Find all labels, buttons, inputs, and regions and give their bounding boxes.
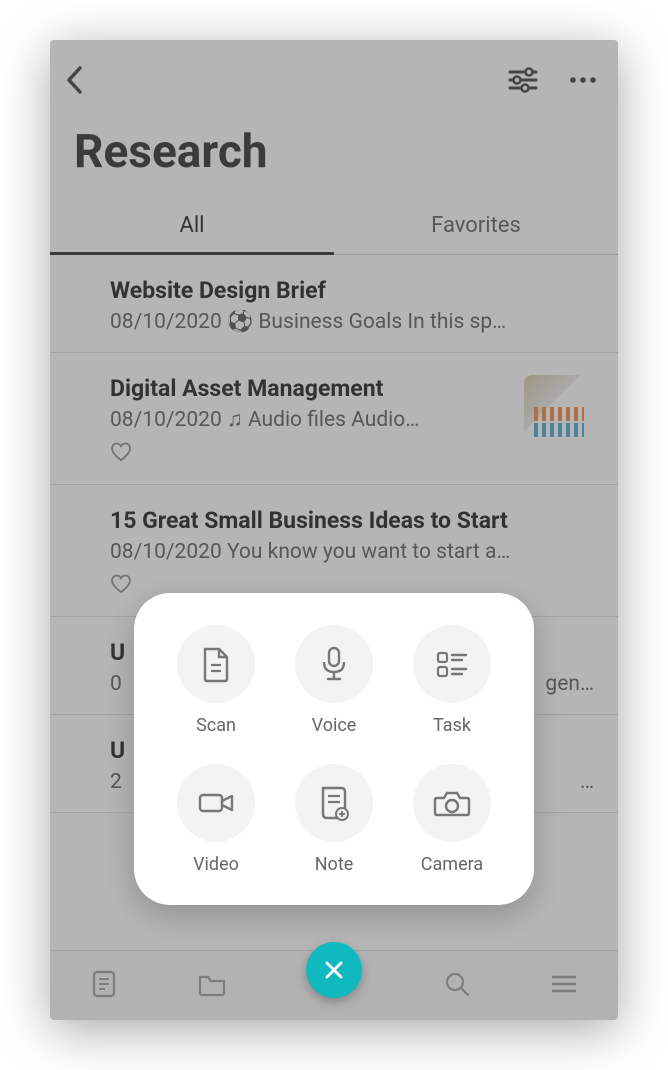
tab-all[interactable]: All (50, 199, 334, 254)
action-scan[interactable]: Scan (162, 625, 270, 736)
action-voice[interactable]: Voice (280, 625, 388, 736)
sliders-icon (508, 67, 538, 93)
action-label: Voice (312, 715, 357, 736)
list-item[interactable]: Digital Asset Management 08/10/2020 ♫ Au… (50, 353, 618, 485)
action-label: Camera (421, 854, 483, 875)
action-note[interactable]: Note (280, 764, 388, 875)
tab-favorites[interactable]: Favorites (334, 199, 618, 254)
scan-icon (199, 645, 233, 683)
action-label: Note (315, 854, 354, 875)
microphone-icon (319, 644, 349, 684)
item-subtitle: 08/10/2020 You know you want to start a… (110, 540, 594, 564)
nav-search[interactable] (443, 970, 471, 1002)
chevron-left-icon (64, 65, 86, 95)
more-button[interactable] (568, 75, 598, 85)
action-camera[interactable]: Camera (398, 764, 506, 875)
action-label: Task (433, 715, 471, 736)
heart-icon (110, 574, 132, 594)
back-button[interactable] (64, 65, 86, 95)
nav-notes[interactable] (90, 969, 118, 1003)
search-icon (443, 970, 471, 998)
nav-menu[interactable] (550, 973, 578, 999)
action-label: Scan (196, 715, 236, 736)
close-fab[interactable] (306, 942, 362, 998)
item-subtitle: 08/10/2020 ♫ Audio files Audio… (110, 408, 594, 432)
video-icon (196, 789, 236, 817)
note-add-icon (317, 784, 351, 822)
action-video[interactable]: Video (162, 764, 270, 875)
page-title: Research (50, 100, 618, 199)
item-title: Website Design Brief (110, 277, 594, 304)
action-task[interactable]: Task (398, 625, 506, 736)
music-note-icon: ♫ (227, 408, 243, 432)
list-item[interactable]: Website Design Brief 08/10/2020 ⚽ Busine… (50, 255, 618, 353)
more-horizontal-icon (568, 75, 598, 85)
filter-button[interactable] (508, 67, 538, 93)
item-subtitle: 08/10/2020 ⚽ Business Goals In this sp… (110, 310, 594, 334)
action-label: Video (193, 854, 239, 875)
item-title: Digital Asset Management (110, 375, 594, 402)
folder-icon (197, 971, 227, 997)
tabs: All Favorites (50, 199, 618, 255)
heart-icon (110, 442, 132, 462)
favorite-indicator[interactable] (110, 442, 594, 466)
item-title: 15 Great Small Business Ideas to Start (110, 507, 594, 534)
menu-icon (550, 973, 578, 995)
soccer-icon: ⚽ (227, 310, 253, 334)
nav-folders[interactable] (197, 971, 227, 1001)
task-list-icon (434, 648, 470, 680)
close-icon (323, 959, 345, 981)
document-icon (90, 969, 118, 999)
item-thumbnail (524, 375, 594, 445)
create-action-sheet: Scan Voice Task Video Note (134, 593, 534, 905)
camera-icon (433, 788, 471, 818)
